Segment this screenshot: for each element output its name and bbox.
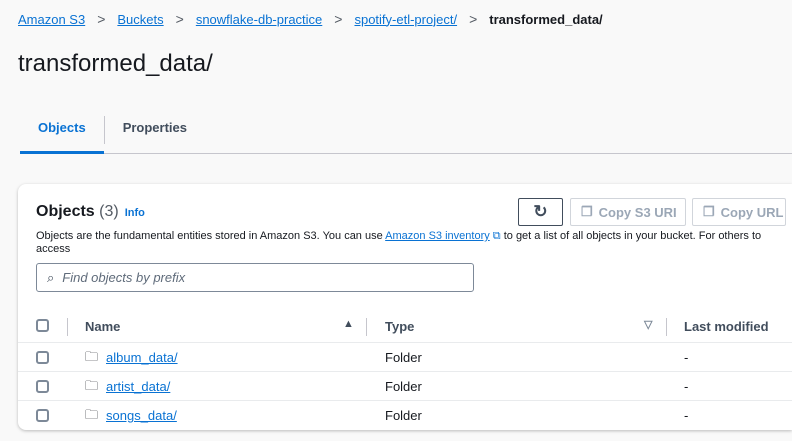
object-last-modified: - [684,408,689,423]
sort-icon[interactable]: ▽ [644,318,652,331]
object-name-link[interactable]: album_data/ [106,350,178,365]
sort-ascending-icon[interactable]: ▲ [343,318,354,330]
external-link-icon: ⧉ [492,230,501,242]
chevron-right-icon: > [334,11,343,27]
object-type: Folder [385,350,422,365]
copy-icon: ❐ [581,204,593,219]
breadcrumb-bucket[interactable]: snowflake-db-practice [196,12,322,27]
breadcrumb: Amazon S3 > Buckets > snowflake-db-practic… [18,11,603,27]
desc-text: Objects are the fundamental entities sto… [36,230,386,242]
copy-s3-uri-button[interactable]: ❐ Copy S3 URI [570,198,686,226]
chevron-right-icon: > [469,11,478,27]
object-last-modified: - [684,379,689,394]
objects-panel: Objects (3) Info ↻ ❐ Copy S3 URI ❐ Copy URL… [18,184,792,430]
table-row: 🗀 songs_data/ Folder - [18,401,792,430]
refresh-button[interactable]: ↻ [518,198,563,226]
object-type: Folder [385,379,422,394]
folder-icon: 🗀 [85,407,99,422]
column-divider [67,318,68,336]
table-header: Name ▲ Type ▽ Last modified [18,311,792,343]
objects-heading: Objects (3) Info [36,203,145,221]
row-checkbox[interactable] [36,351,49,364]
search-placeholder: Find objects by prefix [62,270,186,285]
objects-count: (3) [99,203,119,220]
refresh-icon: ↻ [533,202,548,221]
column-divider [366,318,367,336]
column-type[interactable]: Type [385,319,414,334]
tab-objects[interactable]: Objects [20,108,104,154]
breadcrumb-current: transformed_data/ [489,11,603,27]
object-type: Folder [385,408,422,423]
chevron-right-icon: > [97,11,106,27]
object-name-link[interactable]: artist_data/ [106,379,170,394]
table-row: 🗀 artist_data/ Folder - [18,372,792,401]
select-all-checkbox[interactable] [36,319,49,332]
row-checkbox[interactable] [36,409,49,422]
search-icon: ⌕ [47,269,55,285]
info-link[interactable]: Info [125,207,145,219]
object-last-modified: - [684,350,689,365]
copy-url-label: Copy URL [720,204,784,220]
column-name[interactable]: Name [85,319,120,334]
s3-inventory-link[interactable]: Amazon S3 inventory [385,230,490,242]
copy-icon: ❐ [703,204,715,219]
folder-icon: 🗀 [85,349,99,364]
table-row: 🗀 album_data/ Folder - [18,343,792,372]
row-checkbox[interactable] [36,380,49,393]
page-title: transformed_data/ [18,50,213,77]
breadcrumb-amazon-s3[interactable]: Amazon S3 [18,12,85,27]
object-name-link[interactable]: songs_data/ [106,408,177,423]
column-divider [666,318,667,336]
search-input[interactable]: ⌕ Find objects by prefix [36,263,474,292]
tab-properties[interactable]: Properties [105,108,205,154]
folder-icon: 🗀 [85,378,99,393]
copy-s3-uri-label: Copy S3 URI [598,204,677,220]
breadcrumb-buckets[interactable]: Buckets [117,12,163,27]
objects-description: Objects are the fundamental entities sto… [36,230,776,256]
copy-url-button[interactable]: ❐ Copy URL [692,198,786,226]
tabs: Objects Properties [20,108,792,154]
column-last-modified[interactable]: Last modified [684,319,769,334]
chevron-right-icon: > [175,11,184,27]
breadcrumb-folder[interactable]: spotify-etl-project/ [354,12,457,27]
objects-title: Objects [36,203,95,220]
